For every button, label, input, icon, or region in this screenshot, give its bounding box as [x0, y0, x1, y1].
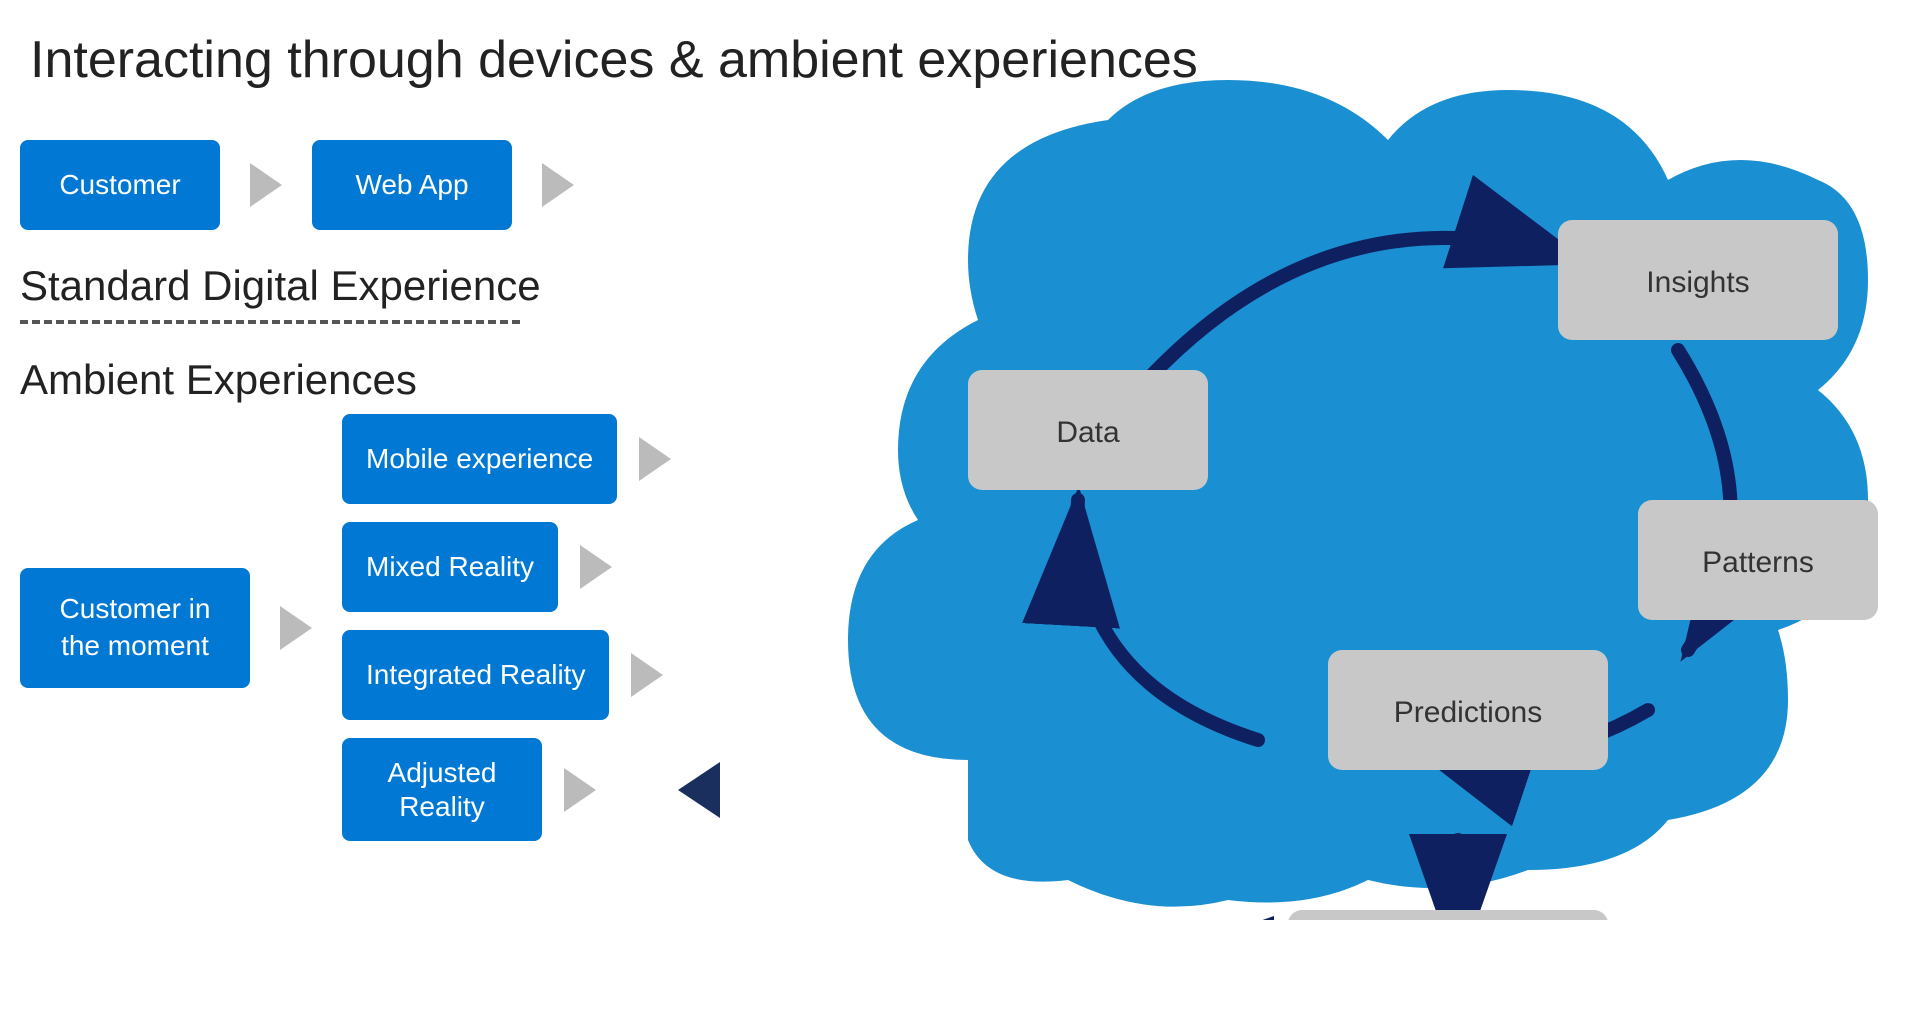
svg-text:Patterns: Patterns — [1702, 546, 1814, 579]
ambient-row-integrated: Integrated Reality — [342, 630, 720, 720]
cloud-svg: Insights Patterns Predictions Data Inter… — [768, 60, 1898, 920]
ambient-row-mixed: Mixed Reality — [342, 522, 720, 612]
ambient-row-mobile: Mobile experience — [342, 414, 720, 504]
mixed-reality-button[interactable]: Mixed Reality — [342, 522, 558, 612]
customer-button[interactable]: Customer — [20, 140, 220, 230]
arrow-mixed — [580, 545, 612, 589]
divider — [20, 320, 520, 324]
mobile-experience-button[interactable]: Mobile experience — [342, 414, 617, 504]
svg-text:Predictions: Predictions — [1394, 696, 1542, 729]
webapp-button[interactable]: Web App — [312, 140, 512, 230]
arrow-webapp-out — [542, 163, 574, 207]
svg-text:Data: Data — [1056, 416, 1120, 449]
arrow-mobile — [639, 437, 671, 481]
ambient-row-adjusted: Adjusted Reality — [342, 738, 720, 841]
arrow-customer-to-webapp — [250, 163, 282, 207]
arrow-to-interactions — [678, 762, 720, 818]
customer-moment-button[interactable]: Customer in the moment — [20, 568, 250, 688]
ambient-label: Ambient Experiences — [20, 356, 720, 404]
arrow-moment-to-ambient — [280, 606, 312, 650]
adjusted-reality-button[interactable]: Adjusted Reality — [342, 738, 542, 841]
ambient-section: Customer in the moment Mobile experience… — [20, 414, 720, 841]
ambient-buttons-list: Mobile experience Mixed Reality Integrat… — [342, 414, 720, 841]
arrow-integrated — [631, 653, 663, 697]
svg-text:Insights: Insights — [1646, 266, 1749, 299]
integrated-reality-button[interactable]: Integrated Reality — [342, 630, 609, 720]
left-panel: Customer Web App Standard Digital Experi… — [20, 120, 720, 841]
standard-label: Standard Digital Experience — [20, 262, 720, 310]
standard-row: Customer Web App — [20, 140, 720, 230]
arrow-adjusted — [564, 768, 596, 812]
cloud-diagram: Insights Patterns Predictions Data Inter… — [768, 60, 1898, 920]
